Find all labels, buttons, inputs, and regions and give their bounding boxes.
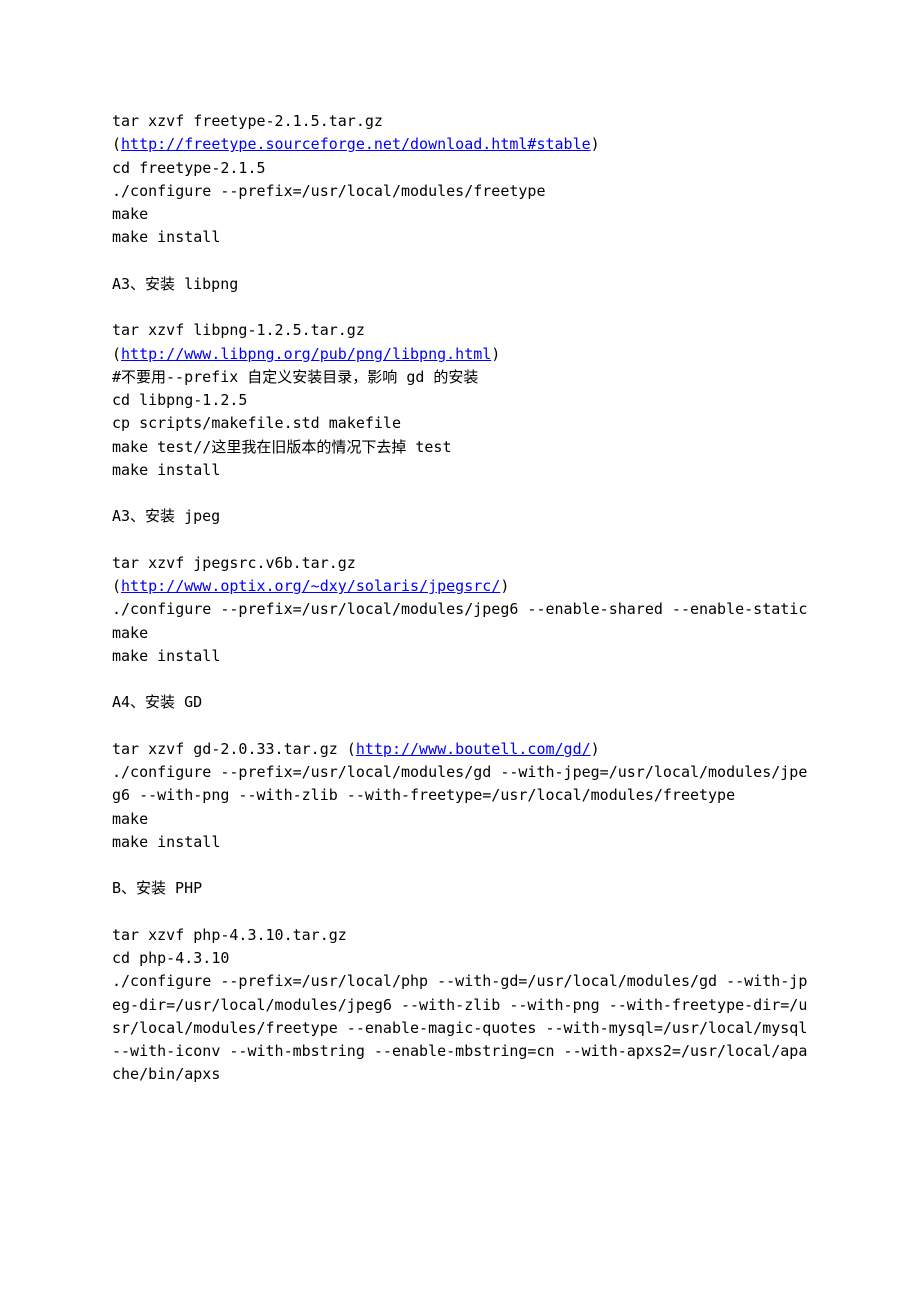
doc-text: )	[591, 740, 600, 758]
doc-line: #不要用--prefix 自定义安装目录，影响 gd 的安装	[112, 366, 810, 389]
doc-text: ./configure --prefix=/usr/local/modules/…	[112, 182, 545, 200]
doc-text: tar xzvf php-4.3.10.tar.gz	[112, 926, 347, 944]
doc-line: make install	[112, 459, 810, 482]
doc-text: cd php-4.3.10	[112, 949, 229, 967]
hyperlink[interactable]: http://www.boutell.com/gd/	[356, 740, 591, 758]
section-gap	[112, 854, 810, 877]
doc-line: cd php-4.3.10	[112, 947, 810, 970]
doc-line: tar xzvf jpegsrc.v6b.tar.gz	[112, 552, 810, 575]
doc-text: cd freetype-2.1.5	[112, 159, 266, 177]
hyperlink[interactable]: http://www.libpng.org/pub/png/libpng.htm…	[121, 345, 491, 363]
doc-text: A3、安装 libpng	[112, 275, 238, 293]
doc-line: make install	[112, 831, 810, 854]
doc-text: make install	[112, 647, 220, 665]
doc-line: B、安装 PHP	[112, 877, 810, 900]
doc-line: make	[112, 808, 810, 831]
doc-line: tar xzvf php-4.3.10.tar.gz	[112, 924, 810, 947]
doc-line: make test//这里我在旧版本的情况下去掉 test	[112, 436, 810, 459]
doc-line: (http://www.libpng.org/pub/png/libpng.ht…	[112, 343, 810, 366]
section-gap	[112, 901, 810, 924]
doc-line: cp scripts/makefile.std makefile	[112, 412, 810, 435]
doc-line: tar xzvf freetype-2.1.5.tar.gz	[112, 110, 810, 133]
section-gap	[112, 668, 810, 691]
doc-line: make	[112, 622, 810, 645]
doc-text: A4、安装 GD	[112, 693, 202, 711]
doc-line: tar xzvf gd-2.0.33.tar.gz (http://www.bo…	[112, 738, 810, 761]
doc-line: ./configure --prefix=/usr/local/php --wi…	[112, 970, 810, 1086]
doc-text: )	[491, 345, 500, 363]
doc-text: ./configure --prefix=/usr/local/modules/…	[112, 600, 807, 618]
doc-text: make test//这里我在旧版本的情况下去掉 test	[112, 438, 452, 456]
doc-text: make	[112, 624, 148, 642]
doc-text: tar xzvf jpegsrc.v6b.tar.gz	[112, 554, 356, 572]
doc-line: ./configure --prefix=/usr/local/modules/…	[112, 761, 810, 808]
hyperlink[interactable]: http://www.optix.org/~dxy/solaris/jpegsr…	[121, 577, 500, 595]
section-gap	[112, 529, 810, 552]
doc-text: cd libpng-1.2.5	[112, 391, 247, 409]
document-body: tar xzvf freetype-2.1.5.tar.gz(http://fr…	[112, 110, 810, 1087]
doc-text: )	[591, 135, 600, 153]
doc-text: B、安装 PHP	[112, 879, 202, 897]
doc-line: cd freetype-2.1.5	[112, 157, 810, 180]
doc-text: make install	[112, 461, 220, 479]
doc-text: tar xzvf gd-2.0.33.tar.gz (	[112, 740, 356, 758]
doc-line: ./configure --prefix=/usr/local/modules/…	[112, 180, 810, 203]
doc-text: make install	[112, 833, 220, 851]
doc-line: tar xzvf libpng-1.2.5.tar.gz	[112, 319, 810, 342]
section-gap	[112, 296, 810, 319]
doc-line: A4、安装 GD	[112, 691, 810, 714]
doc-text: (	[112, 577, 121, 595]
doc-line: ./configure --prefix=/usr/local/modules/…	[112, 598, 810, 621]
hyperlink[interactable]: http://freetype.sourceforge.net/download…	[121, 135, 591, 153]
doc-text: tar xzvf libpng-1.2.5.tar.gz	[112, 321, 365, 339]
doc-text: ./configure --prefix=/usr/local/php --wi…	[112, 972, 816, 1083]
doc-line: make	[112, 203, 810, 226]
doc-line: A3、安装 libpng	[112, 273, 810, 296]
doc-text: make	[112, 810, 148, 828]
doc-line: make install	[112, 226, 810, 249]
doc-text: make	[112, 205, 148, 223]
doc-line: make install	[112, 645, 810, 668]
doc-line: (http://www.optix.org/~dxy/solaris/jpegs…	[112, 575, 810, 598]
doc-text: cp scripts/makefile.std makefile	[112, 414, 401, 432]
doc-text: A3、安装 jpeg	[112, 507, 220, 525]
doc-text: make install	[112, 228, 220, 246]
doc-text: #不要用--prefix 自定义安装目录，影响 gd 的安装	[112, 368, 478, 386]
section-gap	[112, 250, 810, 273]
doc-line: A3、安装 jpeg	[112, 505, 810, 528]
doc-line: (http://freetype.sourceforge.net/downloa…	[112, 133, 810, 156]
section-gap	[112, 482, 810, 505]
doc-text: (	[112, 345, 121, 363]
section-gap	[112, 715, 810, 738]
doc-text: )	[500, 577, 509, 595]
doc-text: (	[112, 135, 121, 153]
doc-line: cd libpng-1.2.5	[112, 389, 810, 412]
doc-text: ./configure --prefix=/usr/local/modules/…	[112, 763, 807, 804]
doc-text: tar xzvf freetype-2.1.5.tar.gz	[112, 112, 383, 130]
